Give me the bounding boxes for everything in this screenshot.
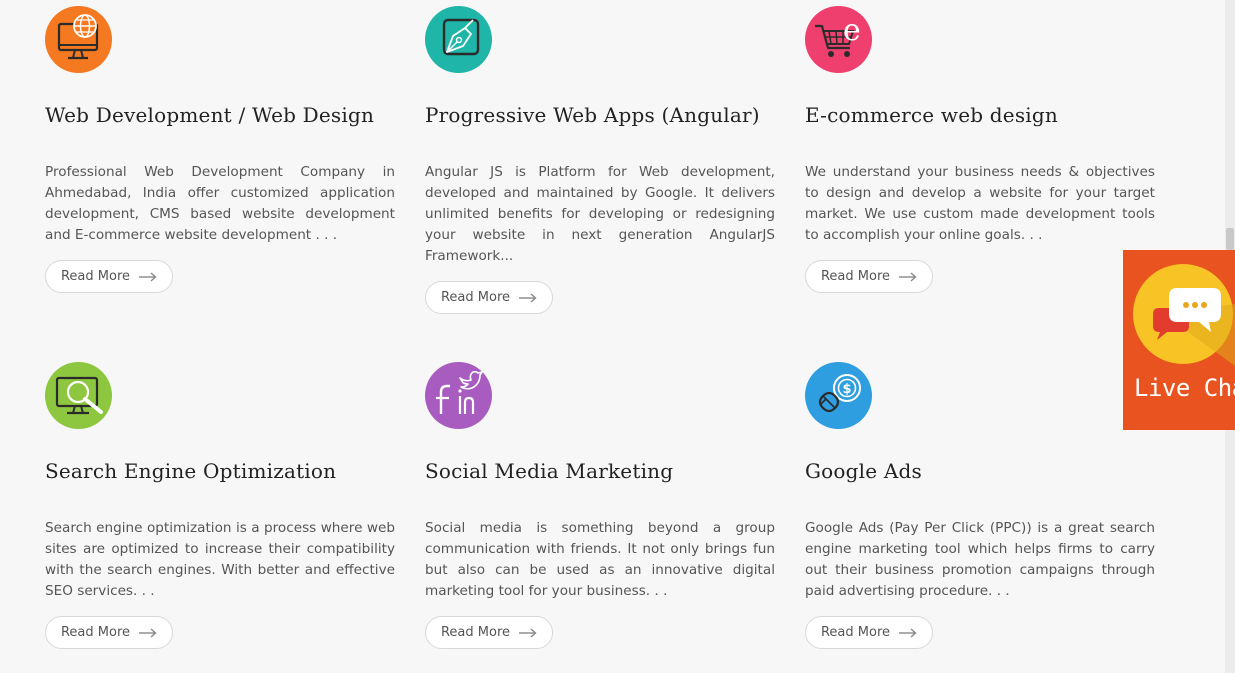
- service-title: Google Ads: [805, 459, 922, 483]
- monitor-search-icon: [45, 362, 112, 429]
- service-title: Search Engine Optimization: [45, 459, 337, 483]
- pen-tool-icon: [425, 6, 492, 73]
- service-description: Google Ads (Pay Per Click (PPC)) is a gr…: [805, 520, 1155, 599]
- arrow-right-icon: [519, 292, 537, 303]
- read-more-button[interactable]: Read More: [425, 616, 553, 649]
- service-description: Search engine optimization is a process …: [45, 520, 395, 599]
- scrollbar-thumb[interactable]: [1226, 228, 1234, 250]
- read-more-button[interactable]: Read More: [805, 260, 933, 293]
- service-title: E-commerce web design: [805, 103, 1058, 127]
- svg-text:e: e: [843, 13, 861, 48]
- monitor-globe-icon: [45, 6, 112, 73]
- social-media-icon: [425, 362, 492, 429]
- read-more-label: Read More: [60, 625, 131, 640]
- mouse-dollar-icon: $: [805, 362, 872, 429]
- arrow-right-icon: [519, 627, 537, 638]
- read-more-button[interactable]: Read More: [425, 281, 553, 314]
- read-more-label: Read More: [820, 625, 891, 640]
- read-more-button[interactable]: Read More: [45, 260, 173, 293]
- service-title: Social Media Marketing: [425, 459, 674, 483]
- service-description: We understand your business needs & obje…: [805, 164, 1155, 243]
- service-title: Web Development / Web Design: [45, 103, 375, 127]
- svg-text:$: $: [843, 382, 852, 397]
- read-more-label: Read More: [440, 625, 511, 640]
- arrow-right-icon: [899, 271, 917, 282]
- service-description: Social media is something beyond a group…: [425, 520, 775, 599]
- read-more-button[interactable]: Read More: [805, 616, 933, 649]
- live-chat-widget[interactable]: Live Chat: [1123, 250, 1235, 430]
- live-chat-label: Live Chat: [1134, 374, 1235, 402]
- read-more-label: Read More: [440, 290, 511, 305]
- arrow-right-icon: [139, 627, 157, 638]
- chat-bubbles-icon: [1133, 264, 1235, 366]
- arrow-right-icon: [899, 627, 917, 638]
- service-title: Progressive Web Apps (Angular): [425, 103, 760, 127]
- arrow-right-icon: [139, 271, 157, 282]
- service-description: Professional Web Development Company in …: [45, 164, 395, 243]
- read-more-label: Read More: [60, 269, 131, 284]
- services-page: Web Development / Web Design Professiona…: [0, 0, 1235, 673]
- read-more-button[interactable]: Read More: [45, 616, 173, 649]
- shopping-cart-icon: e: [805, 6, 872, 73]
- read-more-label: Read More: [820, 269, 891, 284]
- service-description: Angular JS is Platform for Web developme…: [425, 164, 775, 264]
